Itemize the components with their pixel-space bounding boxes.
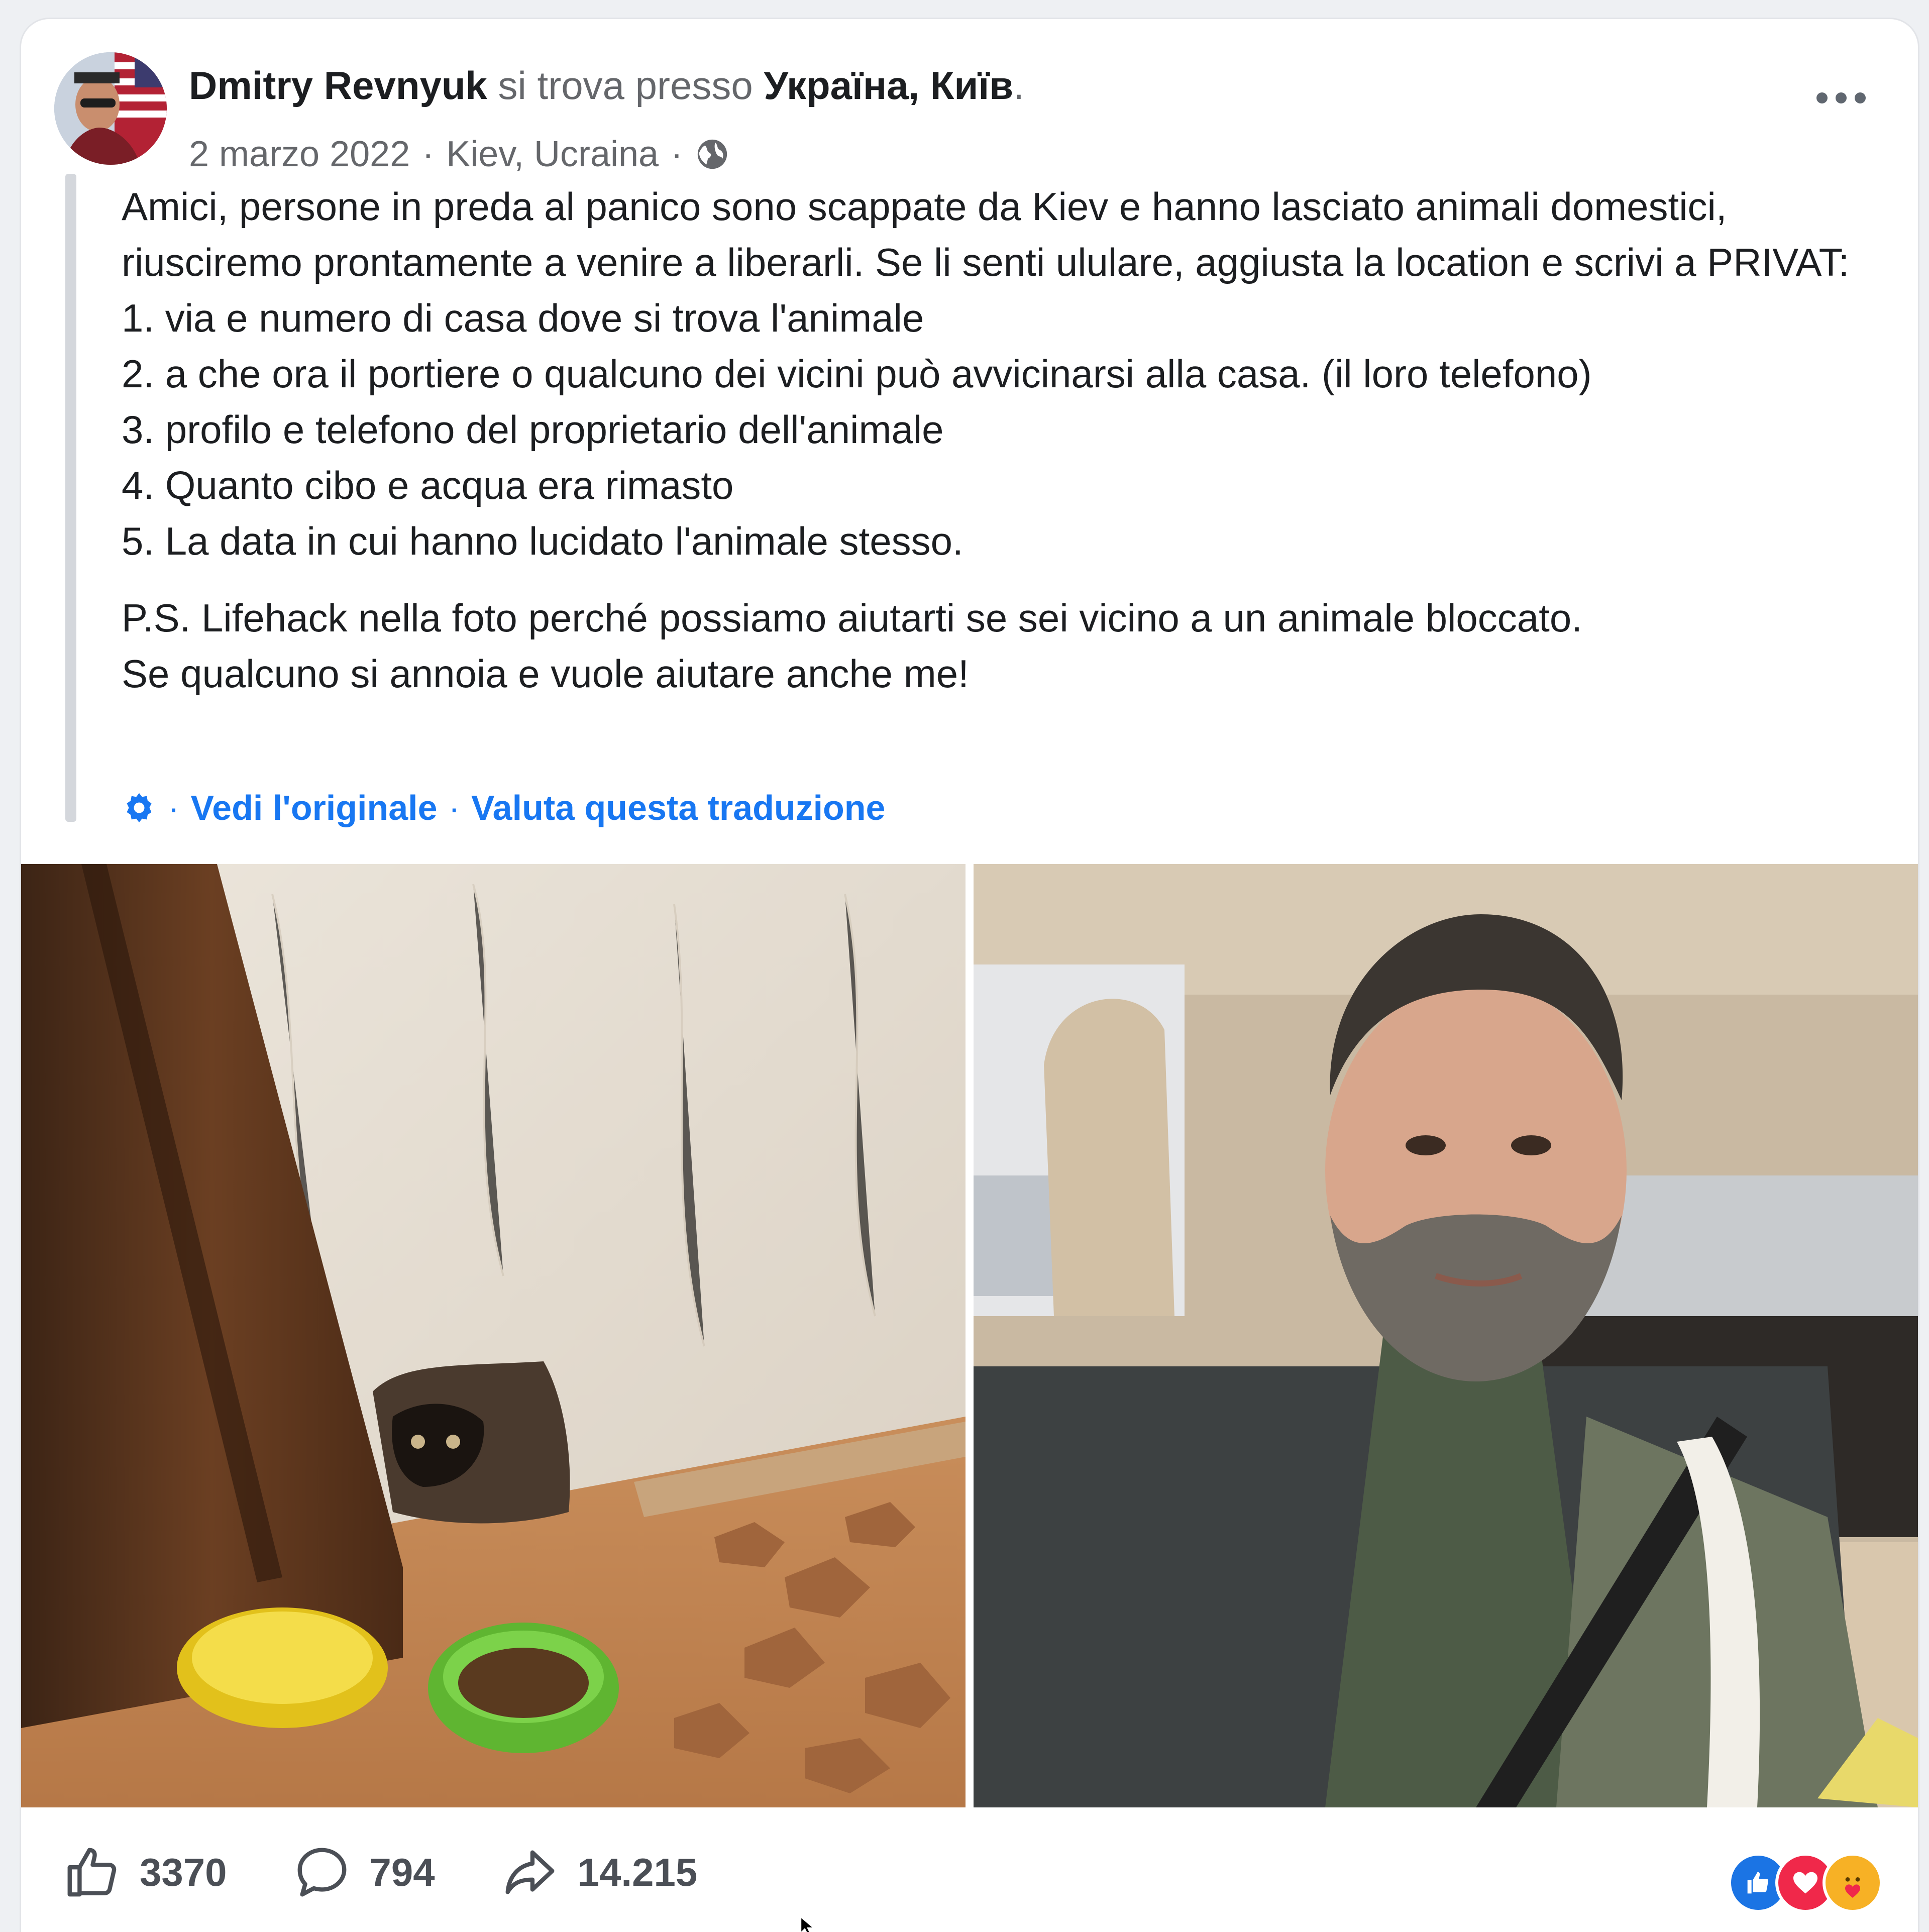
post-date[interactable]: 2 marzo 2022 xyxy=(189,132,410,177)
reaction-summary[interactable] xyxy=(1728,1853,1883,1913)
dot-icon xyxy=(1836,92,1847,103)
list-item: 4. Quanto cibo e acqua era rimasto xyxy=(122,463,734,507)
share-count: 14.215 xyxy=(577,1850,698,1894)
globe-icon xyxy=(697,139,727,169)
list-item: 3. profilo e telefono del proprietario d… xyxy=(122,407,944,452)
comment-button[interactable]: 794 xyxy=(292,1843,435,1902)
location-suffix: . xyxy=(1013,63,1024,108)
rate-translation-link[interactable]: Valuta questa traduzione xyxy=(471,788,886,828)
list-item: 2. a che ora il portiere o qualcuno dei … xyxy=(122,352,1592,396)
translation-bar: · Vedi l'originale · Valuta questa tradu… xyxy=(122,788,885,828)
list-item: 5. La data in cui hanno lucidato l'anima… xyxy=(122,519,963,563)
post-meta: 2 marzo 2022 · Kiev, Ucraina · xyxy=(189,132,730,177)
translation-quote-bar xyxy=(65,174,76,822)
post-actions: 3370 794 14.215 xyxy=(62,1843,763,1902)
gear-icon[interactable] xyxy=(122,790,157,825)
meta-dot: · xyxy=(422,134,435,174)
thumbs-up-icon xyxy=(67,1848,117,1897)
photo-selfie-car[interactable] xyxy=(974,864,1918,1807)
ps-line: P.S. Lifehack nella foto perché possiamo… xyxy=(122,596,1582,640)
list-item: 1. via e numero di casa dove si trova l'… xyxy=(122,296,924,340)
care-reaction-icon xyxy=(1823,1853,1883,1913)
translation-separator: · xyxy=(168,788,180,827)
author-line: Dmitry Revnyuk si trova presso Україна, … xyxy=(189,61,1024,110)
see-original-link[interactable]: Vedi l'originale xyxy=(190,788,437,828)
location-link[interactable]: Україна, Київ xyxy=(764,63,1013,108)
meta-dot: · xyxy=(671,134,683,174)
ps-line: Se qualcuno si annoia e vuole aiutare an… xyxy=(122,652,969,696)
author-name[interactable]: Dmitry Revnyuk xyxy=(189,63,487,108)
comment-count: 794 xyxy=(369,1850,435,1894)
photo-cat-wall-hole[interactable] xyxy=(21,864,966,1807)
post-text: Amici, persone in preda al panico sono s… xyxy=(122,179,1890,702)
location-prefix: si trova presso xyxy=(498,63,753,108)
share-button[interactable]: 14.215 xyxy=(500,1843,698,1902)
author-avatar[interactable] xyxy=(54,52,167,165)
post-paragraph: Amici, persone in preda al panico sono s… xyxy=(122,184,1850,284)
translation-separator: · xyxy=(448,788,460,827)
share-icon xyxy=(505,1850,555,1894)
like-button[interactable]: 3370 xyxy=(62,1843,227,1902)
dot-icon xyxy=(1855,92,1866,103)
comment-icon xyxy=(297,1848,346,1897)
more-options-button[interactable] xyxy=(1816,92,1866,103)
post-card: Dmitry Revnyuk si trova presso Україна, … xyxy=(21,19,1918,1932)
mouse-cursor-icon xyxy=(800,1916,816,1932)
dot-icon xyxy=(1816,92,1828,103)
like-count: 3370 xyxy=(140,1850,227,1894)
post-city[interactable]: Kiev, Ucraina xyxy=(446,132,659,177)
